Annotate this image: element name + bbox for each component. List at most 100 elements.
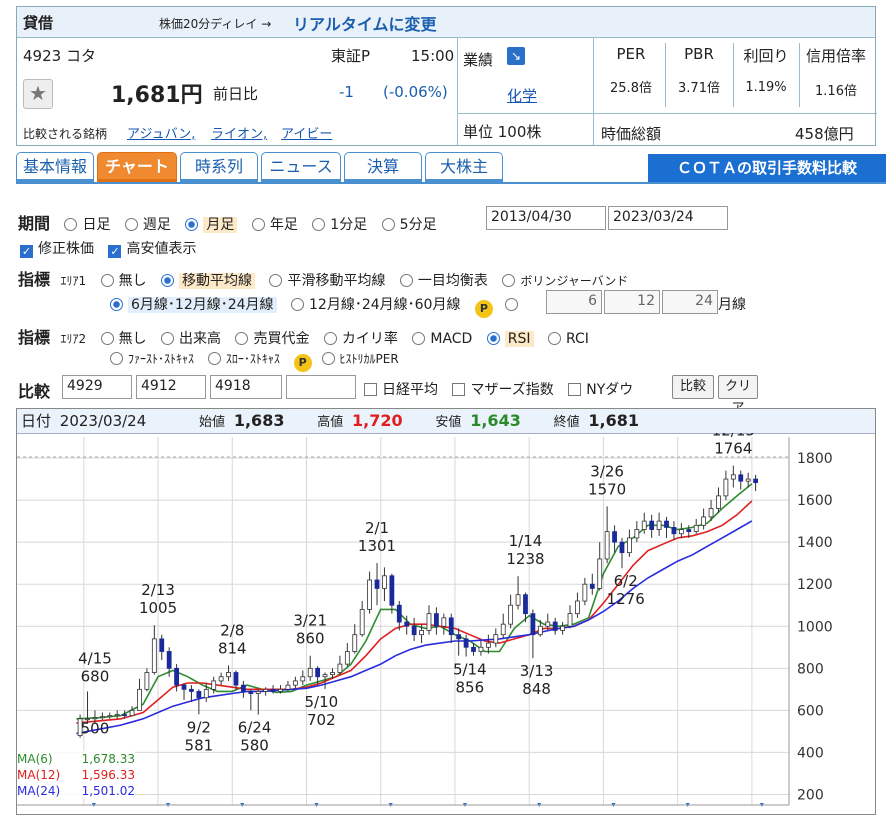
ma-custom-1[interactable]: 6 [546, 290, 602, 314]
nydow-checkbox[interactable]: NYダウ [568, 382, 633, 398]
trading-unit: 単位 100株 [463, 123, 542, 141]
ind2-macd[interactable]: MACD [412, 331, 472, 347]
period-yearly[interactable]: 年足 [251, 217, 298, 233]
ma-set-6-12-24[interactable]: 6月線･12月線･24月線 [110, 297, 277, 313]
candle-body [441, 617, 447, 627]
compare-link-3[interactable]: アイビー [281, 123, 332, 142]
ind2-deviation[interactable]: カイリ率 [323, 331, 398, 347]
annotation-date: 1/14 [509, 532, 543, 550]
annotation-value: 680 [81, 668, 110, 686]
y-tick-label: 1800 [797, 451, 833, 467]
stock-code-name: 4923 コタ [23, 47, 96, 65]
annotation-value: 1301 [358, 537, 396, 555]
ma-custom-3[interactable]: 24 [662, 290, 718, 314]
compare-code-1[interactable]: 4929 [62, 375, 132, 399]
ind2-historical-per[interactable]: ﾋｽﾄﾘｶﾙPER [321, 352, 399, 366]
price-change: -1 [339, 83, 354, 101]
ma-custom-radio[interactable] [505, 298, 519, 311]
date-from-input[interactable]: 2013/04/30 [486, 206, 606, 230]
annotation-value: 702 [307, 711, 336, 729]
price-chart[interactable]: 日付 2023/03/24 始値 1,683 高値 1,720 安値 1,643… [16, 408, 876, 815]
current-price: 1,681円 [111, 83, 203, 108]
ma-custom-unit: 月線 [718, 297, 746, 313]
compare-button[interactable]: 比較 [672, 375, 714, 399]
tab-news[interactable]: ニュース [261, 152, 341, 182]
candle-body [575, 600, 580, 615]
highlow-checkbox[interactable]: ✓ 高安値表示 [108, 241, 196, 258]
chart-canvas[interactable]: 2004006008001000120014001600180014151617… [17, 433, 875, 815]
compare-link-2[interactable]: ライオン, [211, 123, 267, 142]
tab-shareholders[interactable]: 大株主 [425, 152, 503, 182]
annotation-value: 848 [522, 680, 551, 698]
candle-body [656, 520, 662, 530]
ind1-ichimoku[interactable]: 一目均衡表 [399, 273, 488, 289]
mothers-checkbox[interactable]: マザーズ指数 [452, 382, 554, 398]
candle-body [344, 651, 350, 665]
ind2-rci[interactable]: RCI [548, 331, 589, 347]
candle-body [241, 684, 246, 692]
candle-body [322, 674, 328, 678]
ind2-none[interactable]: 無し [100, 331, 147, 347]
period-5min[interactable]: 5分足 [381, 217, 437, 233]
candle-body [552, 621, 558, 631]
compare-link-1[interactable]: アジュバン, [127, 123, 195, 142]
tab-earnings[interactable]: 決算 [344, 152, 422, 182]
clear-button[interactable]: クリア [718, 375, 758, 416]
realtime-link[interactable]: リアルタイムに変更 [293, 11, 437, 35]
ind1-bollinger[interactable]: ボリンジャーバンド [502, 274, 628, 288]
tab-time-series[interactable]: 時系列 [180, 152, 258, 182]
compare-index-row: 日経平均 マザーズ指数 NYダウ [364, 379, 643, 399]
candle-body [500, 623, 506, 636]
ohlc-high: 1,720 [352, 411, 403, 430]
fee-comparison-banner[interactable]: ＣＯＴＡの取引手数料比較 [648, 154, 886, 182]
annotation-value: 860 [296, 630, 325, 648]
annotation-value: 856 [455, 679, 484, 697]
candle-body [122, 714, 128, 717]
date-to-input[interactable]: 2023/03/24 [608, 206, 728, 230]
header-top-bar [17, 7, 875, 38]
indicator2-row: 指標 ｴﾘｱ2 無し 出来高 売買代金 カイリ率 MACD RSI RCI [18, 328, 589, 347]
candle-body [567, 613, 573, 627]
ind2-turnover[interactable]: 売買代金 [235, 331, 309, 347]
candle-body [701, 516, 707, 526]
y-tick-label: 1600 [797, 493, 833, 509]
industry-link[interactable]: 化学 [507, 85, 537, 106]
compare-code-4[interactable] [286, 375, 356, 399]
ind2-fast-stoch[interactable]: ﾌｧｰｽﾄ･ｽﾄｷｬｽ [110, 352, 194, 366]
candle-body [537, 625, 543, 636]
ind2-slow-stoch[interactable]: ｽﾛｰ･ｽﾄｷｬｽ [207, 352, 280, 366]
ma-set-12-24-60[interactable]: 12月線･24月線･60月線 [291, 297, 460, 313]
annotation-value: 814 [218, 639, 247, 657]
y-tick-label: 600 [797, 703, 824, 719]
y-tick-label: 400 [797, 745, 824, 761]
adjusted-price-checkbox[interactable]: ✓ 修正株価 [20, 241, 94, 258]
candle-body [708, 508, 714, 518]
ind2-rsi[interactable]: RSI [486, 331, 534, 347]
legend-ma6: MA(6) 1,678.33 [17, 752, 135, 766]
candle-body [300, 676, 306, 682]
favorite-star-icon[interactable]: ★ [23, 79, 53, 109]
ind1-moving-average[interactable]: 移動平均線 [161, 273, 256, 289]
tab-chart[interactable]: チャート [97, 152, 177, 182]
candle-body [604, 531, 610, 560]
nikkei-checkbox[interactable]: 日経平均 [364, 382, 438, 398]
ind1-none[interactable]: 無し [100, 273, 147, 289]
ma-custom-2[interactable]: 12 [604, 290, 660, 314]
compare-code-3[interactable]: 4918 [210, 375, 282, 399]
ind1-smoothed-ma[interactable]: 平滑移動平均線 [269, 273, 385, 289]
compare-label: 比較 [18, 382, 51, 401]
tab-basic-info[interactable]: 基本情報 [16, 152, 94, 182]
period-1min[interactable]: 1分足 [312, 217, 367, 233]
period-daily[interactable]: 日足 [64, 217, 110, 233]
compare-code-2[interactable]: 4912 [136, 375, 206, 399]
annotation-value: 1764 [714, 440, 752, 458]
period-weekly[interactable]: 週足 [124, 217, 171, 233]
candle-body [144, 672, 150, 690]
candle-body [619, 541, 625, 554]
annotation-date: 3/21 [293, 612, 327, 630]
period-monthly[interactable]: 月足 [185, 217, 238, 233]
metrics-table: PER 25.8倍 PBR 3.71倍 利回り 1.19% 信用倍率 1.16倍 [597, 37, 873, 113]
annotation-value: 1276 [607, 590, 645, 608]
ind2-volume[interactable]: 出来高 [161, 331, 221, 347]
price-change-pct: (-0.06%) [383, 83, 448, 101]
